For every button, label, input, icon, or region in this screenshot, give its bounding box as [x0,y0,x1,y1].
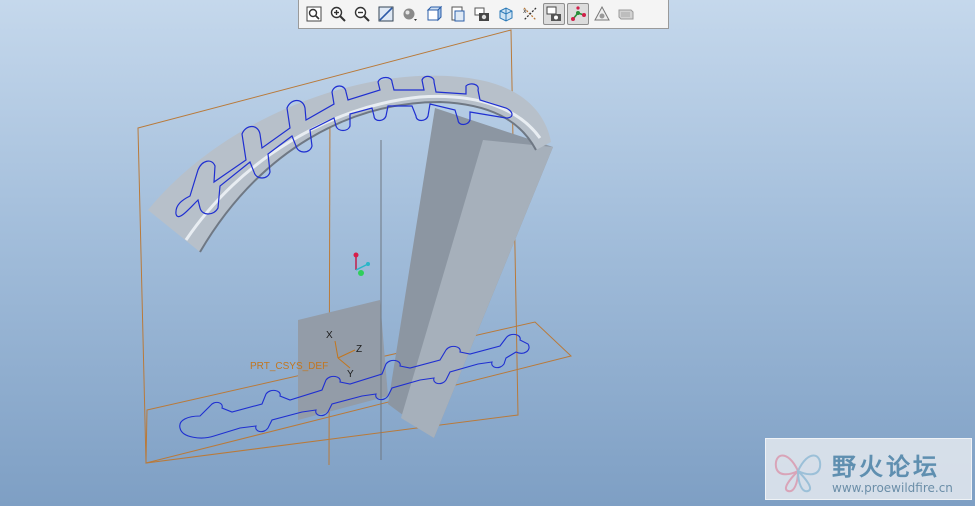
refit-view-icon [378,6,394,22]
section-view-icon [499,7,513,22]
forum-watermark: 野火论坛 www.proewildfire.cn [765,438,972,500]
graphics-viewport[interactable]: X Z Y PRT_CSYS_DEF x 野火论坛 www.proewildfi… [0,0,975,506]
datum-display-icon: x [523,7,537,21]
datum-display-button[interactable]: x [519,3,541,25]
render-icon [618,9,634,20]
zoom-fit-button[interactable] [303,3,325,25]
refit-button[interactable] [375,3,397,25]
zoom-in-button[interactable] [327,3,349,25]
annotation-display-button[interactable] [543,3,565,25]
csys-axis-x: X [326,330,333,341]
zoom-fit-icon [306,6,322,22]
csys-label: PRT_CSYS_DEF [250,361,328,372]
annotation-display-icon [546,6,561,21]
section-view-button[interactable] [495,3,517,25]
display-style-icon [403,8,417,21]
watermark-url: www.proewildfire.cn [832,481,953,495]
view-manager-button[interactable] [447,3,469,25]
zoom-out-icon [354,6,370,22]
graphics-toolbar: x [298,0,669,29]
perspective-view-icon [474,7,489,21]
saved-orientations-button[interactable] [423,3,445,25]
view-manager-icon [451,6,465,22]
spin-center-icon [353,252,370,276]
appearance-button[interactable] [591,3,613,25]
stem-face[interactable] [298,300,388,420]
csys-axis-z: Z [356,344,362,355]
perspective-button[interactable] [471,3,493,25]
render-button[interactable] [615,3,637,25]
appearance-icon [594,5,610,21]
spin-center-icon [571,6,586,21]
butterfly-logo-icon [774,454,822,493]
csys-axis-y: Y [347,369,354,380]
watermark-title: 野火论坛 [832,453,940,481]
spin-center-button[interactable] [567,3,589,25]
model-scene[interactable]: X Z Y PRT_CSYS_DEF [0,0,975,506]
svg-text:x: x [523,8,527,15]
display-style-button[interactable] [399,3,421,25]
saved-orientations-icon [426,5,443,22]
zoom-out-button[interactable] [351,3,373,25]
zoom-in-icon [330,6,346,22]
